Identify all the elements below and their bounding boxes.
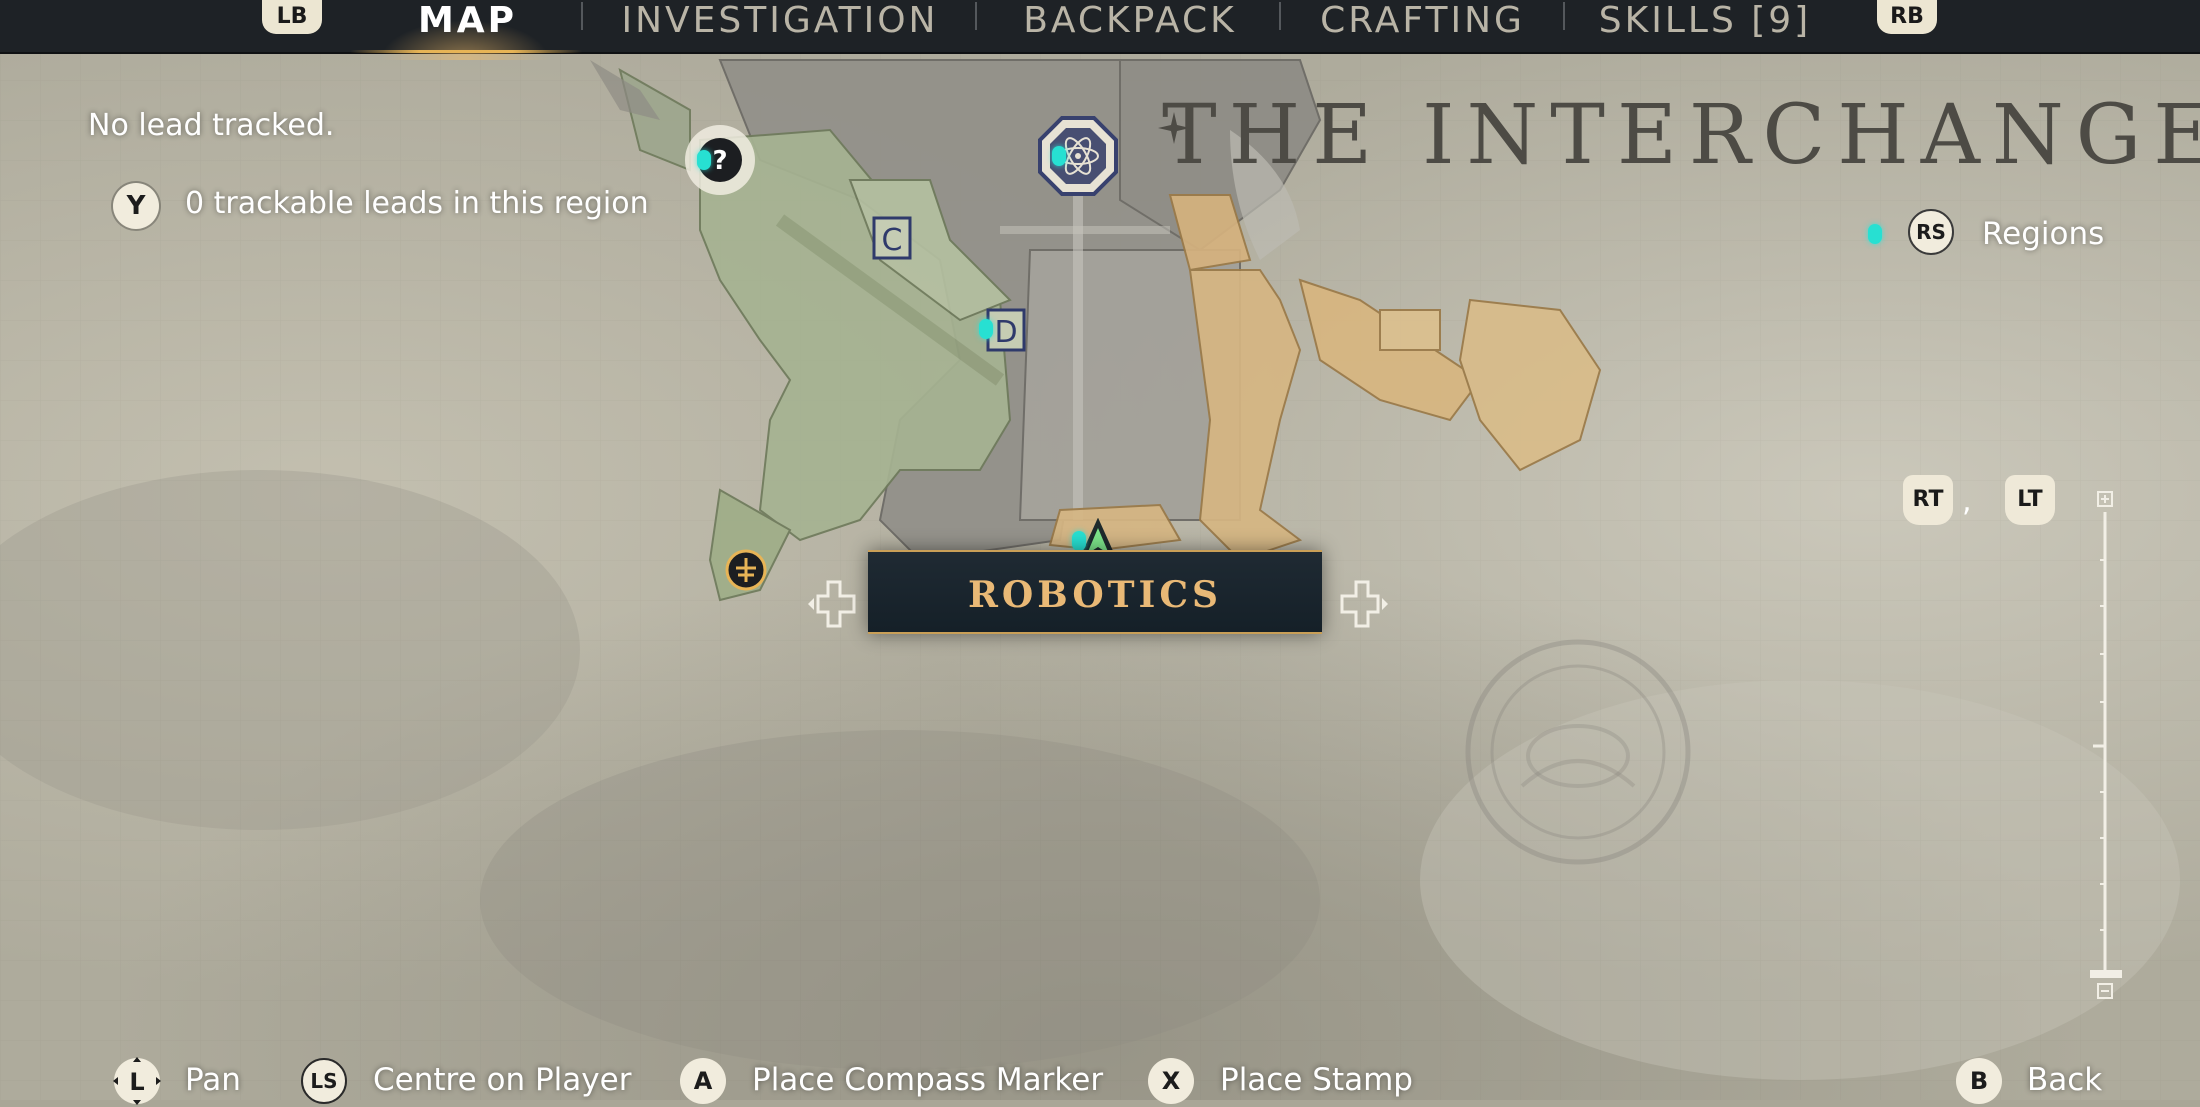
tab-separator — [1563, 2, 1565, 30]
top-nav-bar: LB MAP INVESTIGATION BACKPACK CRAFTING S… — [0, 0, 2200, 60]
lead-marker-icon — [697, 150, 711, 170]
ls-button[interactable]: LS — [301, 1058, 347, 1104]
hint-back-label: Back — [2027, 1062, 2103, 1098]
svg-text:C: C — [882, 223, 903, 258]
hint-compass-label: Place Compass Marker — [752, 1062, 1104, 1098]
zoom-slider-handle[interactable] — [2090, 970, 2122, 978]
region-title: THE INTERCHANGE — [1162, 88, 2200, 183]
lb-button[interactable]: LB — [262, 0, 322, 34]
x-button[interactable]: X — [1148, 1058, 1194, 1104]
letter-marker-icon[interactable]: C — [872, 216, 912, 260]
tab-crafting[interactable]: CRAFTING — [1305, 0, 1540, 50]
fast-travel-icon[interactable] — [724, 548, 768, 592]
lt-button[interactable]: LT — [2005, 475, 2055, 525]
lead-status: No lead tracked. — [88, 108, 335, 143]
rs-button[interactable]: RS — [1908, 209, 1954, 255]
svg-text:D: D — [994, 315, 1017, 350]
prev-area-button[interactable] — [800, 578, 856, 630]
tab-backpack[interactable]: BACKPACK — [1005, 0, 1255, 50]
tab-investigation[interactable]: INVESTIGATION — [610, 0, 950, 50]
y-button[interactable]: Y — [113, 183, 159, 229]
active-tab-underline — [350, 50, 582, 53]
tab-map[interactable]: MAP — [400, 0, 535, 50]
a-button[interactable]: A — [680, 1058, 726, 1104]
tab-separator — [975, 2, 977, 30]
question-marker-icon[interactable]: ? — [682, 122, 758, 198]
lead-marker-icon — [979, 319, 993, 339]
regions-label: Regions — [1982, 216, 2105, 252]
seal-stamp-icon — [1465, 639, 1691, 865]
lead-marker-icon — [1072, 531, 1086, 551]
tab-separator — [1279, 2, 1281, 30]
svg-text:?: ? — [712, 146, 727, 176]
trackable-leads-text: 0 trackable leads in this region — [185, 186, 649, 221]
b-button[interactable]: B — [1956, 1058, 2002, 1104]
selected-area-name: ROBOTICS — [967, 574, 1222, 616]
lead-marker-icon — [1868, 224, 1882, 244]
pan-stick-icon: L — [113, 1057, 161, 1105]
svg-text:L: L — [129, 1068, 144, 1096]
next-area-button[interactable] — [1340, 578, 1396, 630]
atom-marker-icon[interactable] — [1036, 114, 1120, 198]
rt-button[interactable]: RT — [1903, 475, 1953, 525]
hint-centre-label: Centre on Player — [373, 1062, 632, 1098]
rb-button[interactable]: RB — [1877, 0, 1937, 34]
zoom-slider[interactable] — [2090, 490, 2126, 1004]
hint-pan-label: Pan — [185, 1062, 241, 1098]
tab-skills[interactable]: SKILLS [9] — [1590, 0, 1820, 50]
lead-marker-icon — [1052, 146, 1066, 166]
hint-stamp-label: Place Stamp — [1220, 1062, 1413, 1098]
zoom-separator: , — [1962, 484, 1972, 519]
tab-separator — [581, 2, 583, 30]
